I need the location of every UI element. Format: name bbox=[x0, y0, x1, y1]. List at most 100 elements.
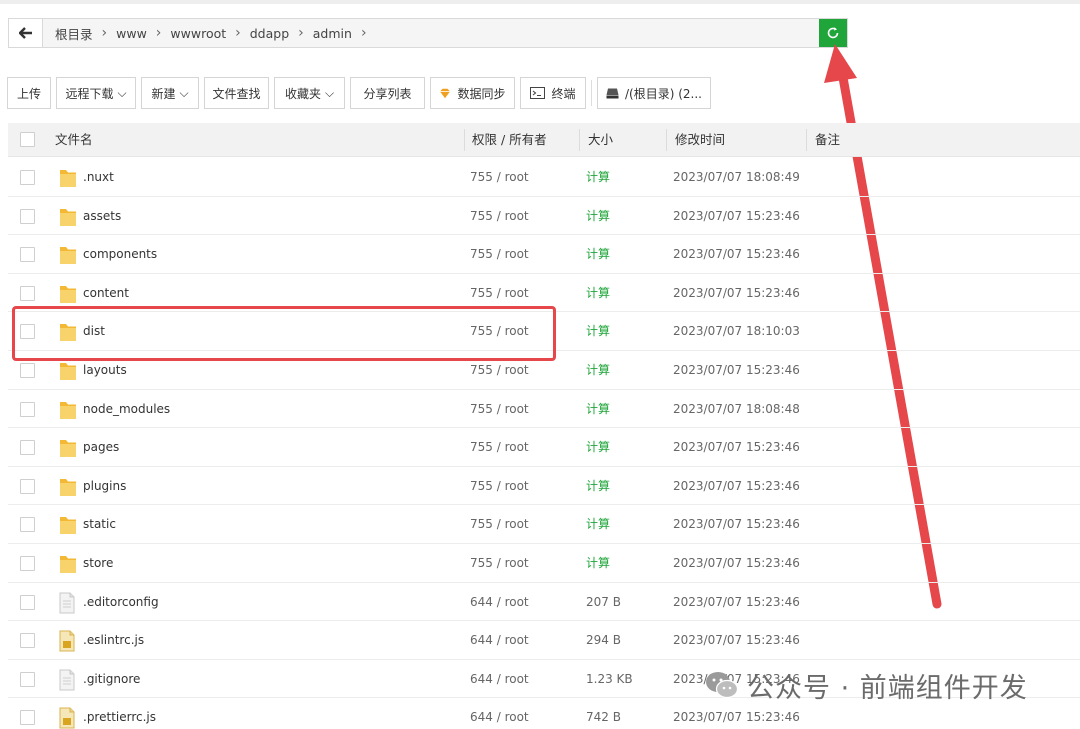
file-permission[interactable]: 644 / root bbox=[470, 583, 529, 622]
disk-icon bbox=[606, 88, 619, 99]
terminal-icon bbox=[530, 87, 546, 99]
calculate-size-link[interactable]: 计算 bbox=[586, 197, 610, 236]
file-name[interactable]: .editorconfig bbox=[83, 583, 159, 622]
table-row[interactable]: .eslintrc.js 644 / root 294 B 2023/07/07 15… bbox=[8, 621, 1080, 660]
file-name[interactable]: plugins bbox=[83, 467, 126, 506]
folder-icon bbox=[58, 553, 78, 578]
file-permission[interactable]: 755 / root bbox=[470, 544, 529, 583]
column-divider bbox=[666, 129, 667, 151]
row-checkbox[interactable] bbox=[20, 555, 35, 571]
table-row[interactable]: components 755 / root 计算 2023/07/07 15:23:4… bbox=[8, 235, 1080, 274]
favorites-button[interactable]: 收藏夹 ⌵ bbox=[274, 77, 345, 109]
chevron-down-icon: ⌵ bbox=[179, 85, 189, 100]
file-name[interactable]: .nuxt bbox=[83, 158, 114, 197]
file-permission[interactable]: 755 / root bbox=[470, 235, 529, 274]
column-divider bbox=[464, 129, 465, 151]
table-row[interactable]: plugins 755 / root 计算 2023/07/07 15:23:46 bbox=[8, 467, 1080, 506]
calculate-size-link[interactable]: 计算 bbox=[586, 390, 610, 429]
table-row[interactable]: pages 755 / root 计算 2023/07/07 15:23:46 bbox=[8, 428, 1080, 467]
calculate-size-link[interactable]: 计算 bbox=[586, 235, 610, 274]
row-checkbox[interactable] bbox=[20, 440, 35, 456]
table-row[interactable]: .editorconfig 644 / root 207 B 2023/07/07 1… bbox=[8, 583, 1080, 622]
chevron-down-icon: ⌵ bbox=[117, 85, 127, 100]
file-name[interactable]: node_modules bbox=[83, 390, 170, 429]
file-permission[interactable]: 755 / root bbox=[470, 505, 529, 544]
file-size: 294 B bbox=[586, 633, 621, 648]
js-file-icon bbox=[58, 707, 76, 729]
row-checkbox[interactable] bbox=[20, 633, 35, 649]
file-name[interactable]: store bbox=[83, 544, 113, 583]
row-checkbox[interactable] bbox=[20, 594, 35, 610]
toolbar-divider bbox=[591, 80, 592, 106]
row-checkbox[interactable] bbox=[20, 285, 35, 301]
row-checkbox[interactable] bbox=[20, 671, 35, 687]
table-row[interactable]: store 755 / root 计算 2023/07/07 15:23:46 bbox=[8, 544, 1080, 583]
header-mtime[interactable]: 修改时间 bbox=[675, 123, 725, 157]
file-mtime: 2023/07/07 15:23:46 bbox=[673, 478, 800, 493]
file-name[interactable]: components bbox=[83, 235, 157, 274]
file-size: 207 B bbox=[586, 594, 621, 609]
file-mtime: 2023/07/07 15:23:46 bbox=[673, 594, 800, 609]
file-name[interactable]: assets bbox=[83, 197, 121, 236]
file-name[interactable]: .prettierrc.js bbox=[83, 698, 156, 729]
disk-button[interactable]: /(根目录) (2... bbox=[597, 77, 711, 109]
table-row[interactable]: .nuxt 755 / root 计算 2023/07/07 18:08:49 bbox=[8, 158, 1080, 197]
share-list-button[interactable]: 分享列表 bbox=[350, 77, 425, 109]
file-name[interactable]: pages bbox=[83, 428, 119, 467]
row-checkbox[interactable] bbox=[20, 401, 35, 417]
calculate-size-link[interactable]: 计算 bbox=[586, 351, 610, 390]
folder-icon bbox=[58, 514, 78, 539]
header-name[interactable]: 文件名 bbox=[55, 123, 93, 157]
js-file-icon bbox=[58, 630, 76, 655]
file-permission[interactable]: 755 / root bbox=[470, 467, 529, 506]
file-name[interactable]: .eslintrc.js bbox=[83, 621, 144, 660]
file-mtime: 2023/07/07 15:23:46 bbox=[673, 285, 800, 300]
table-row[interactable]: node_modules 755 / root 计算 2023/07/07 18:08… bbox=[8, 390, 1080, 429]
diamond-icon bbox=[439, 88, 451, 99]
favorites-label: 收藏夹 bbox=[284, 86, 321, 101]
calculate-size-link[interactable]: 计算 bbox=[586, 544, 610, 583]
file-mtime: 2023/07/07 15:23:46 bbox=[673, 517, 800, 532]
file-name[interactable]: static bbox=[83, 505, 116, 544]
upload-button[interactable]: 上传 bbox=[7, 77, 51, 109]
file-permission[interactable]: 755 / root bbox=[470, 197, 529, 236]
remote-download-button[interactable]: 远程下载 ⌵ bbox=[56, 77, 136, 109]
header-perm[interactable]: 权限 / 所有者 bbox=[472, 123, 547, 157]
header-size[interactable]: 大小 bbox=[588, 123, 613, 157]
folder-icon bbox=[58, 167, 78, 192]
calculate-size-link[interactable]: 计算 bbox=[586, 467, 610, 506]
remote-download-label: 远程下载 bbox=[65, 86, 114, 101]
new-button[interactable]: 新建 ⌵ bbox=[141, 77, 199, 109]
column-divider bbox=[579, 129, 580, 151]
row-checkbox[interactable] bbox=[20, 478, 35, 494]
file-name[interactable]: .gitignore bbox=[83, 660, 140, 699]
file-permission[interactable]: 644 / root bbox=[470, 660, 529, 699]
file-search-button[interactable]: 文件查找 bbox=[204, 77, 269, 109]
row-checkbox[interactable] bbox=[20, 710, 35, 726]
row-checkbox[interactable] bbox=[20, 517, 35, 533]
file-permission[interactable]: 755 / root bbox=[470, 158, 529, 197]
select-all-checkbox[interactable] bbox=[20, 132, 35, 147]
row-checkbox[interactable] bbox=[20, 362, 35, 378]
calculate-size-link[interactable]: 计算 bbox=[586, 312, 610, 351]
data-sync-button[interactable]: 数据同步 bbox=[430, 77, 515, 109]
file-permission[interactable]: 755 / root bbox=[470, 428, 529, 467]
table-row[interactable]: assets 755 / root 计算 2023/07/07 15:23:46 bbox=[8, 197, 1080, 236]
file-permission[interactable]: 755 / root bbox=[470, 390, 529, 429]
terminal-button[interactable]: 终端 bbox=[520, 77, 586, 109]
row-checkbox[interactable] bbox=[20, 170, 35, 185]
calculate-size-link[interactable]: 计算 bbox=[586, 274, 610, 313]
calculate-size-link[interactable]: 计算 bbox=[586, 428, 610, 467]
file-mtime: 2023/07/07 15:23:46 bbox=[673, 208, 800, 223]
calculate-size-link[interactable]: 计算 bbox=[586, 158, 610, 197]
calculate-size-link[interactable]: 计算 bbox=[586, 505, 610, 544]
row-checkbox[interactable] bbox=[20, 247, 35, 263]
header-note: 备注 bbox=[815, 132, 841, 147]
file-permission[interactable]: 644 / root bbox=[470, 698, 529, 729]
annotation-highlight-box bbox=[12, 306, 556, 361]
table-row[interactable]: static 755 / root 计算 2023/07/07 15:23:46 bbox=[8, 505, 1080, 544]
file-permission[interactable]: 644 / root bbox=[470, 621, 529, 660]
row-checkbox[interactable] bbox=[20, 208, 35, 224]
file-mtime: 2023/07/07 18:08:49 bbox=[673, 170, 800, 184]
file-mtime: 2023/07/07 18:10:03 bbox=[673, 324, 800, 339]
